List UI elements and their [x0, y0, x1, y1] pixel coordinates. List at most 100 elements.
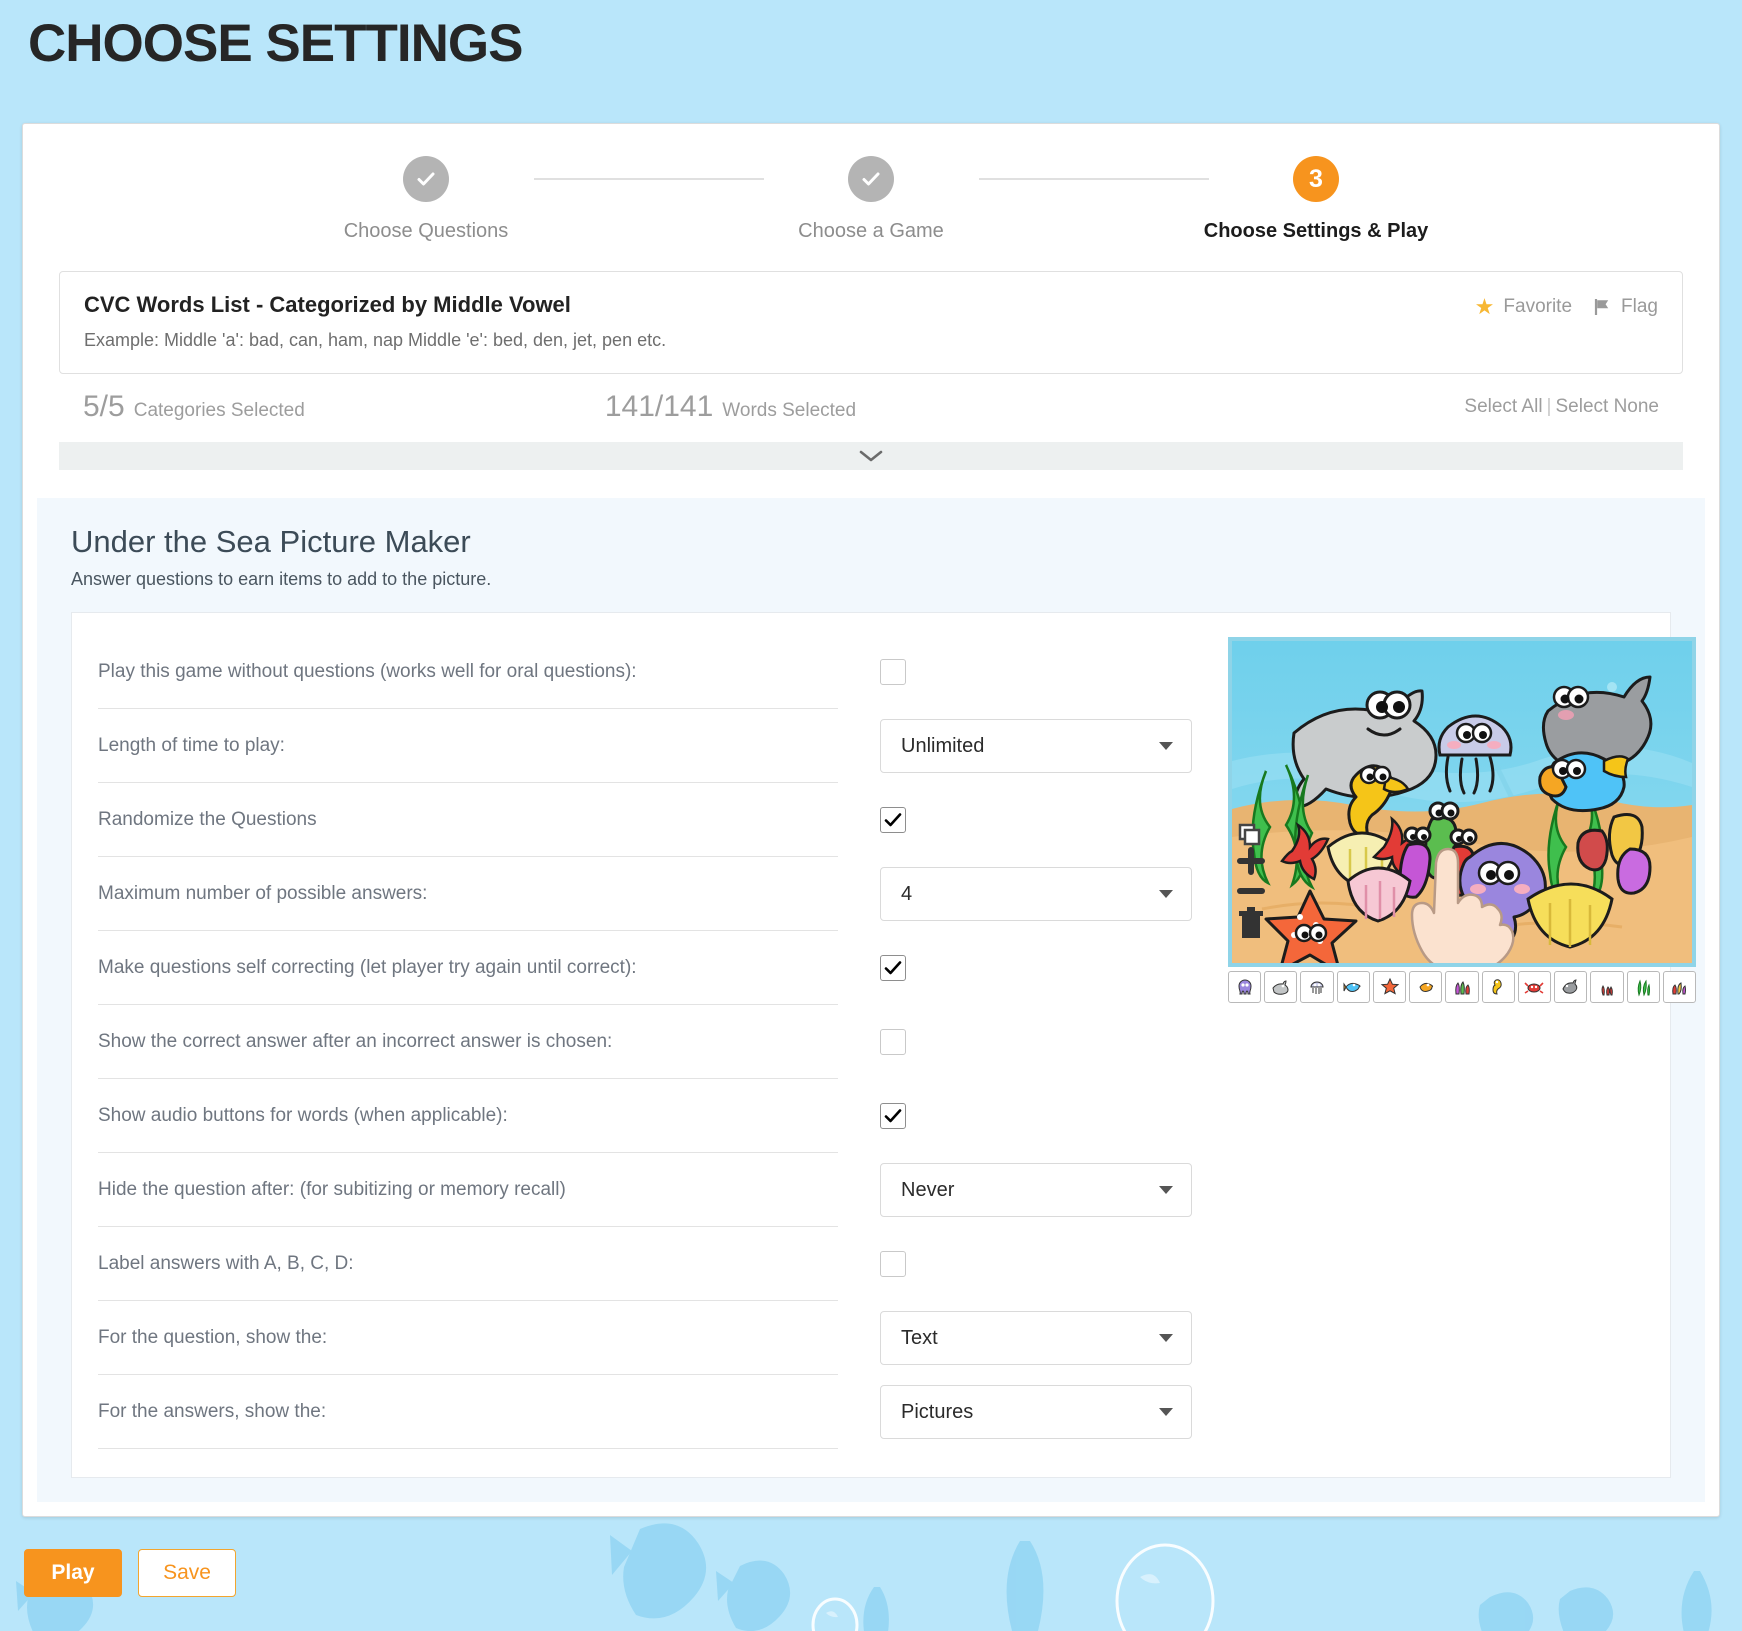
page-title: CHOOSE SETTINGS — [28, 14, 523, 73]
favorite-label: Favorite — [1503, 296, 1573, 317]
step-choose-settings-and-play[interactable]: 3 Choose Settings & Play — [1204, 156, 1428, 243]
footer-actions: Play Save — [24, 1549, 236, 1597]
setting-row: Play this game without questions (works … — [98, 635, 1228, 709]
question-show-select[interactable]: Text — [880, 1311, 1192, 1365]
tray-item-shark[interactable] — [1264, 971, 1298, 1003]
setting-label: Show audio buttons for words (when appli… — [98, 1079, 838, 1153]
self-correcting-checkbox[interactable] — [880, 955, 906, 981]
game-settings-panel: Under the Sea Picture Maker Answer quest… — [37, 498, 1705, 1502]
star-icon: ★ — [1474, 294, 1495, 319]
hide-question-after-value: Never — [901, 1178, 955, 1201]
setting-row: For the answers, show the: Pictures — [98, 1375, 1228, 1449]
flag-icon — [1592, 297, 1612, 317]
step-3-number: 3 — [1293, 156, 1339, 202]
setting-row: Label answers with A, B, C, D: — [98, 1227, 1228, 1301]
length-of-time-select[interactable]: Unlimited — [880, 719, 1192, 773]
setting-row: Show audio buttons for words (when appli… — [98, 1079, 1228, 1153]
game-preview[interactable] — [1228, 637, 1697, 1449]
step-2-check-icon — [848, 156, 894, 202]
tray-item-octopus[interactable] — [1228, 971, 1262, 1003]
select-none-link[interactable]: Select None — [1555, 396, 1659, 417]
setting-row: Show the correct answer after an incorre… — [98, 1005, 1228, 1079]
tray-item-sponge[interactable] — [1662, 971, 1697, 1003]
categories-count-block: 5/5 Categories Selected — [83, 390, 305, 424]
answers-show-value: Pictures — [901, 1400, 974, 1423]
step-3-label: Choose Settings & Play — [1203, 220, 1429, 242]
answers-show-select[interactable]: Pictures — [880, 1385, 1192, 1439]
question-list-title: CVC Words List - Categorized by Middle V… — [84, 292, 571, 317]
select-links: Select All | Select None — [1464, 396, 1659, 418]
question-list-section: CVC Words List - Categorized by Middle V… — [59, 271, 1683, 442]
setting-row: Maximum number of possible answers: 4 — [98, 857, 1228, 931]
length-of-time-value: Unlimited — [901, 734, 985, 757]
game-preview-column — [1228, 635, 1697, 1449]
chevron-down-icon — [1159, 742, 1173, 750]
hide-question-after-select[interactable]: Never — [880, 1163, 1192, 1217]
expand-question-list-bar[interactable] — [59, 442, 1683, 470]
tray-item-fish[interactable] — [1336, 971, 1370, 1003]
setting-label: Play this game without questions (works … — [98, 635, 838, 709]
question-list-card: CVC Words List - Categorized by Middle V… — [59, 271, 1683, 374]
select-links-separator: | — [1546, 396, 1552, 417]
setting-row: For the question, show the: Text — [98, 1301, 1228, 1375]
setting-label: Randomize the Questions — [98, 783, 838, 857]
setting-label: For the answers, show the: — [98, 1375, 838, 1449]
game-title: Under the Sea Picture Maker — [71, 524, 471, 559]
chevron-down-icon — [1159, 890, 1173, 898]
trash-icon — [1239, 907, 1263, 938]
setting-row: Randomize the Questions — [98, 783, 1228, 857]
tray-item-dolphin[interactable] — [1554, 971, 1588, 1003]
question-list-description: Example: Middle 'a': bad, can, ham, nap … — [84, 330, 667, 350]
tray-item-red-coral[interactable] — [1590, 971, 1624, 1003]
flag-label: Flag — [1621, 296, 1658, 317]
game-subtitle: Answer questions to earn items to add to… — [71, 569, 492, 589]
settings-body: Play this game without questions (works … — [71, 612, 1697, 1478]
step-1-label: Choose Questions — [343, 220, 509, 242]
randomize-questions-checkbox[interactable] — [880, 807, 906, 833]
game-preview-item-tray[interactable] — [1228, 971, 1697, 1003]
tray-item-coral-tube[interactable] — [1445, 971, 1479, 1003]
label-answers-checkbox[interactable] — [880, 1251, 906, 1277]
select-all-link[interactable]: Select All — [1464, 396, 1542, 417]
setting-label: Maximum number of possible answers: — [98, 857, 838, 931]
tray-item-jellyfish[interactable] — [1300, 971, 1334, 1003]
step-choose-a-game[interactable]: Choose a Game — [764, 156, 979, 243]
settings-list: Play this game without questions (works … — [98, 635, 1228, 1449]
setting-label: For the question, show the: — [98, 1301, 838, 1375]
setting-row: Length of time to play: Unlimited — [98, 709, 1228, 783]
play-button[interactable]: Play — [24, 1549, 122, 1597]
flag-button[interactable]: Flag — [1592, 296, 1658, 318]
tray-item-crab[interactable] — [1517, 971, 1552, 1003]
chevron-down-icon — [1159, 1334, 1173, 1342]
setting-label: Length of time to play: — [98, 709, 838, 783]
chevron-down-icon — [858, 448, 884, 464]
step-choose-questions[interactable]: Choose Questions — [319, 156, 534, 243]
main-card: Choose Questions Choose a Game 3 Choose … — [22, 123, 1720, 1517]
setting-row: Hide the question after: (for subitizing… — [98, 1153, 1228, 1227]
setting-label: Hide the question after: (for subitizing… — [98, 1153, 838, 1227]
game-preview-image — [1228, 637, 1696, 967]
show-correct-answer-checkbox[interactable] — [880, 1029, 906, 1055]
step-connector-2 — [978, 178, 1209, 180]
step-2-label: Choose a Game — [798, 220, 944, 242]
tray-item-seaweed[interactable] — [1626, 971, 1660, 1003]
step-1-check-icon — [403, 156, 449, 202]
play-without-questions-checkbox[interactable] — [880, 659, 906, 685]
chevron-down-icon — [1159, 1408, 1173, 1416]
favorite-button[interactable]: ★ Favorite — [1475, 296, 1572, 318]
tray-item-seahorse[interactable] — [1481, 971, 1515, 1003]
categories-count-label: Categories Selected — [133, 400, 305, 421]
setting-label: Label answers with A, B, C, D: — [98, 1227, 838, 1301]
words-count: 141/141 — [604, 390, 714, 423]
show-audio-buttons-checkbox[interactable] — [880, 1103, 906, 1129]
progress-stepper: Choose Questions Choose a Game 3 Choose … — [23, 124, 1719, 253]
setting-row: Make questions self correcting (let play… — [98, 931, 1228, 1005]
tray-item-goldfish[interactable] — [1409, 971, 1443, 1003]
chevron-down-icon — [1159, 1186, 1173, 1194]
save-button[interactable]: Save — [138, 1549, 236, 1597]
setting-label: Show the correct answer after an incorre… — [98, 1005, 838, 1079]
words-count-label: Words Selected — [722, 400, 857, 421]
tray-item-starfish[interactable] — [1372, 971, 1407, 1003]
max-answers-select[interactable]: 4 — [880, 867, 1192, 921]
categories-count: 5/5 — [83, 390, 125, 423]
